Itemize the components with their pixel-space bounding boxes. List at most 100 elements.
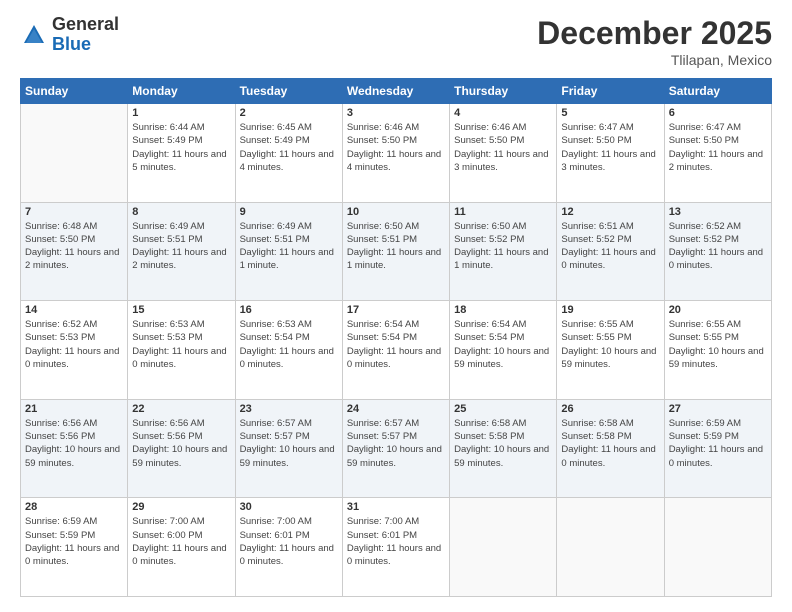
col-friday: Friday xyxy=(557,79,664,104)
day-info: Sunrise: 6:44 AM Sunset: 5:49 PM Dayligh… xyxy=(132,121,230,174)
day-number: 20 xyxy=(669,304,767,316)
col-saturday: Saturday xyxy=(664,79,771,104)
logo-general: General xyxy=(52,15,119,35)
day-info: Sunrise: 7:00 AM Sunset: 6:01 PM Dayligh… xyxy=(347,515,445,568)
day-info: Sunrise: 6:45 AM Sunset: 5:49 PM Dayligh… xyxy=(240,121,338,174)
col-sunday: Sunday xyxy=(21,79,128,104)
day-number: 23 xyxy=(240,403,338,415)
table-row: 10Sunrise: 6:50 AM Sunset: 5:51 PM Dayli… xyxy=(342,202,449,301)
logo-blue: Blue xyxy=(52,35,119,55)
table-row: 3Sunrise: 6:46 AM Sunset: 5:50 PM Daylig… xyxy=(342,104,449,203)
day-info: Sunrise: 6:46 AM Sunset: 5:50 PM Dayligh… xyxy=(347,121,445,174)
day-number: 29 xyxy=(132,501,230,513)
day-info: Sunrise: 6:55 AM Sunset: 5:55 PM Dayligh… xyxy=(669,318,767,371)
calendar-week-row: 7Sunrise: 6:48 AM Sunset: 5:50 PM Daylig… xyxy=(21,202,772,301)
day-info: Sunrise: 6:58 AM Sunset: 5:58 PM Dayligh… xyxy=(454,417,552,470)
table-row: 20 Sunrise: 6:55 AM Sunset: 5:55 PM Dayli… xyxy=(664,301,771,400)
table-row: 1 Sunrise: 6:44 AM Sunset: 5:49 PM Daylig… xyxy=(128,104,235,203)
day-number: 12 xyxy=(561,206,659,218)
table-row: 4 Sunrise: 6:46 AM Sunset: 5:50 PM Daylig… xyxy=(450,104,557,203)
col-thursday: Thursday xyxy=(450,79,557,104)
table-row: 12Sunrise: 6:51 AM Sunset: 5:52 PM Dayli… xyxy=(557,202,664,301)
day-info: Sunrise: 6:46 AM Sunset: 5:50 PM Dayligh… xyxy=(454,121,552,174)
day-info: Sunrise: 6:55 AM Sunset: 5:55 PM Dayligh… xyxy=(561,318,659,371)
day-number: 18 xyxy=(454,304,552,316)
day-info: Sunrise: 6:57 AM Sunset: 5:57 PM Dayligh… xyxy=(240,417,338,470)
page: General Blue December 2025 Tlilapan, Mex… xyxy=(0,0,792,612)
day-number: 31 xyxy=(347,501,445,513)
day-number: 22 xyxy=(132,403,230,415)
table-row: 31 Sunrise: 7:00 AM Sunset: 6:01 PM Dayli… xyxy=(342,498,449,597)
table-row: 28Sunrise: 6:59 AM Sunset: 5:59 PM Dayli… xyxy=(21,498,128,597)
table-row: 17 Sunrise: 6:54 AM Sunset: 5:54 PM Dayli… xyxy=(342,301,449,400)
table-row: 25 Sunrise: 6:58 AM Sunset: 5:58 PM Dayli… xyxy=(450,399,557,498)
day-info: Sunrise: 6:53 AM Sunset: 5:54 PM Dayligh… xyxy=(240,318,338,371)
day-number: 1 xyxy=(132,107,230,119)
table-row: 29Sunrise: 7:00 AM Sunset: 6:00 PM Dayli… xyxy=(128,498,235,597)
day-info: Sunrise: 7:00 AM Sunset: 6:01 PM Dayligh… xyxy=(240,515,338,568)
table-row: 6Sunrise: 6:47 AM Sunset: 5:50 PM Daylig… xyxy=(664,104,771,203)
table-row xyxy=(21,104,128,203)
table-row: 7Sunrise: 6:48 AM Sunset: 5:50 PM Daylig… xyxy=(21,202,128,301)
day-info: Sunrise: 6:57 AM Sunset: 5:57 PM Dayligh… xyxy=(347,417,445,470)
calendar-week-row: 14 Sunrise: 6:52 AM Sunset: 5:53 PM Dayli… xyxy=(21,301,772,400)
table-row: 19 Sunrise: 6:55 AM Sunset: 5:55 PM Dayli… xyxy=(557,301,664,400)
day-number: 5 xyxy=(561,107,659,119)
day-number: 10 xyxy=(347,206,445,218)
day-info: Sunrise: 6:48 AM Sunset: 5:50 PM Dayligh… xyxy=(25,220,123,273)
location: Tlilapan, Mexico xyxy=(537,52,772,68)
title-section: December 2025 Tlilapan, Mexico xyxy=(537,15,772,68)
table-row: 23 Sunrise: 6:57 AM Sunset: 5:57 PM Dayli… xyxy=(235,399,342,498)
day-info: Sunrise: 6:50 AM Sunset: 5:52 PM Dayligh… xyxy=(454,220,552,273)
day-number: 4 xyxy=(454,107,552,119)
calendar-week-row: 28Sunrise: 6:59 AM Sunset: 5:59 PM Dayli… xyxy=(21,498,772,597)
table-row xyxy=(557,498,664,597)
day-number: 11 xyxy=(454,206,552,218)
table-row: 9 Sunrise: 6:49 AM Sunset: 5:51 PM Daylig… xyxy=(235,202,342,301)
table-row: 24Sunrise: 6:57 AM Sunset: 5:57 PM Dayli… xyxy=(342,399,449,498)
logo-icon xyxy=(20,21,48,49)
day-number: 25 xyxy=(454,403,552,415)
table-row: 26Sunrise: 6:58 AM Sunset: 5:58 PM Dayli… xyxy=(557,399,664,498)
day-number: 14 xyxy=(25,304,123,316)
col-monday: Monday xyxy=(128,79,235,104)
table-row: 5 Sunrise: 6:47 AM Sunset: 5:50 PM Daylig… xyxy=(557,104,664,203)
table-row: 21Sunrise: 6:56 AM Sunset: 5:56 PM Dayli… xyxy=(21,399,128,498)
col-tuesday: Tuesday xyxy=(235,79,342,104)
table-row: 2 Sunrise: 6:45 AM Sunset: 5:49 PM Daylig… xyxy=(235,104,342,203)
logo-text: General Blue xyxy=(52,15,119,55)
day-info: Sunrise: 6:52 AM Sunset: 5:52 PM Dayligh… xyxy=(669,220,767,273)
day-number: 2 xyxy=(240,107,338,119)
day-number: 13 xyxy=(669,206,767,218)
day-info: Sunrise: 6:53 AM Sunset: 5:53 PM Dayligh… xyxy=(132,318,230,371)
logo: General Blue xyxy=(20,15,119,55)
day-number: 8 xyxy=(132,206,230,218)
table-row: 11 Sunrise: 6:50 AM Sunset: 5:52 PM Dayli… xyxy=(450,202,557,301)
table-row: 15 Sunrise: 6:53 AM Sunset: 5:53 PM Dayli… xyxy=(128,301,235,400)
table-row: 8Sunrise: 6:49 AM Sunset: 5:51 PM Daylig… xyxy=(128,202,235,301)
day-number: 9 xyxy=(240,206,338,218)
table-row: 22Sunrise: 6:56 AM Sunset: 5:56 PM Dayli… xyxy=(128,399,235,498)
day-info: Sunrise: 6:59 AM Sunset: 5:59 PM Dayligh… xyxy=(669,417,767,470)
day-info: Sunrise: 6:49 AM Sunset: 5:51 PM Dayligh… xyxy=(240,220,338,273)
table-row xyxy=(450,498,557,597)
table-row: 30 Sunrise: 7:00 AM Sunset: 6:01 PM Dayli… xyxy=(235,498,342,597)
table-row: 27Sunrise: 6:59 AM Sunset: 5:59 PM Dayli… xyxy=(664,399,771,498)
day-info: Sunrise: 6:54 AM Sunset: 5:54 PM Dayligh… xyxy=(347,318,445,371)
day-number: 26 xyxy=(561,403,659,415)
day-number: 15 xyxy=(132,304,230,316)
day-info: Sunrise: 6:52 AM Sunset: 5:53 PM Dayligh… xyxy=(25,318,123,371)
day-info: Sunrise: 6:47 AM Sunset: 5:50 PM Dayligh… xyxy=(561,121,659,174)
table-row: 18Sunrise: 6:54 AM Sunset: 5:54 PM Dayli… xyxy=(450,301,557,400)
calendar-table: Sunday Monday Tuesday Wednesday Thursday… xyxy=(20,78,772,597)
day-number: 30 xyxy=(240,501,338,513)
calendar-week-row: 21Sunrise: 6:56 AM Sunset: 5:56 PM Dayli… xyxy=(21,399,772,498)
day-info: Sunrise: 6:47 AM Sunset: 5:50 PM Dayligh… xyxy=(669,121,767,174)
calendar-week-row: 1 Sunrise: 6:44 AM Sunset: 5:49 PM Daylig… xyxy=(21,104,772,203)
day-info: Sunrise: 6:59 AM Sunset: 5:59 PM Dayligh… xyxy=(25,515,123,568)
table-row: 13 Sunrise: 6:52 AM Sunset: 5:52 PM Dayli… xyxy=(664,202,771,301)
day-number: 17 xyxy=(347,304,445,316)
day-number: 19 xyxy=(561,304,659,316)
day-number: 16 xyxy=(240,304,338,316)
table-row: 14 Sunrise: 6:52 AM Sunset: 5:53 PM Dayli… xyxy=(21,301,128,400)
